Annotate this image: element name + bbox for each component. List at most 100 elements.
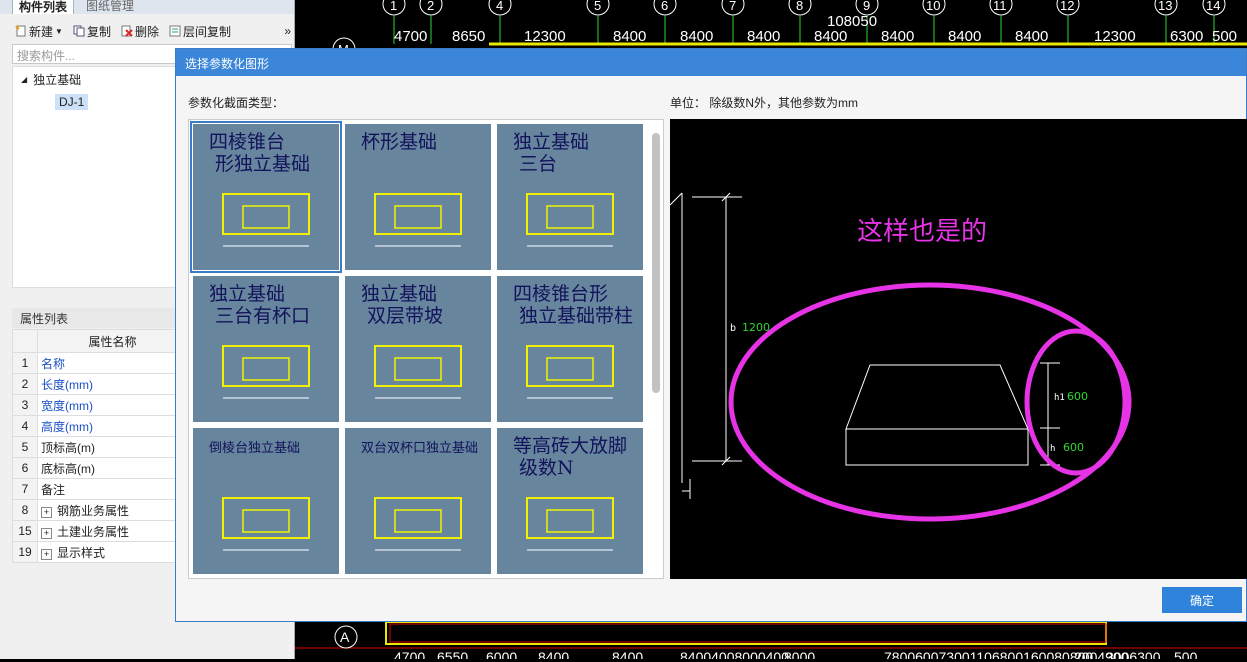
property-group-label: 显示样式: [57, 545, 106, 560]
shape-card[interactable]: 四棱锥台 形独立基础: [190, 121, 342, 273]
axis-number: 10: [926, 0, 940, 13]
shape-thumbnail: 独立基础双层带坡: [361, 283, 462, 399]
total-dimension: 108050: [827, 13, 877, 30]
tree-node-dj1[interactable]: DJ-1: [55, 94, 89, 110]
row-number: 5: [12, 436, 38, 458]
bottom-dimension: 3006300: [1106, 649, 1161, 659]
copy-button[interactable]: 复制: [70, 23, 114, 40]
expand-plus-icon[interactable]: +: [41, 506, 52, 518]
bottom-dimension: 4700: [394, 649, 425, 659]
tab-component-list[interactable]: 构件列表: [12, 0, 75, 14]
bottom-dimension: 6000: [486, 649, 517, 659]
top-dimension: 8400: [814, 28, 847, 45]
axis-number: 7: [729, 0, 736, 13]
dim-h1-label: h1: [1054, 393, 1065, 403]
shape-gallery: 四棱锥台 形独立基础 杯形基础 独立基础 三台 独立基础 三台有杯口 独立基础 双层带坡 四棱锥台…: [188, 119, 664, 579]
row-number: 8: [12, 499, 38, 521]
top-dimension: 8400: [948, 28, 981, 45]
shape-card[interactable]: 倒棱台独立基础: [193, 428, 339, 574]
shape-card[interactable]: 杯形基础: [345, 124, 491, 270]
dim-b-label: b: [730, 323, 736, 334]
expand-plus-icon[interactable]: +: [41, 548, 52, 560]
floor-copy-button[interactable]: 层间复制: [166, 23, 234, 40]
shape-thumbnail: 四棱锥台形独立基础带柱: [513, 283, 633, 399]
shape-card[interactable]: 四棱锥台形 独立基础带柱: [497, 276, 643, 422]
new-file-icon: [15, 25, 26, 37]
new-label: 新建: [29, 24, 54, 39]
tab-drawing-management[interactable]: 图纸管理: [80, 0, 140, 14]
bottom-dimension: 6550: [437, 649, 468, 659]
dialog-title: 选择参数化图形: [176, 49, 1246, 76]
row-number: 6: [12, 457, 38, 479]
axis-number: 2: [427, 0, 434, 13]
dim-h-label: h: [1050, 444, 1055, 454]
ok-button[interactable]: 确定: [1162, 587, 1242, 613]
property-name: 备注: [36, 478, 189, 500]
unit-label: 单位： 除级数N外，其他参数为mm: [670, 96, 858, 110]
shape-card[interactable]: 等高砖大放脚 级数N: [497, 428, 643, 574]
shape-thumbnail: 双台双杯口独立基础: [361, 441, 478, 551]
shape-subtitle: 形独立基础: [215, 153, 310, 175]
shape-card[interactable]: 独立基础 双层带坡: [345, 276, 491, 422]
shape-thumbnail: 四棱锥台形独立基础: [209, 131, 310, 247]
shape-card[interactable]: 双台双杯口独立基础: [345, 428, 491, 574]
top-dimension: 12300: [524, 28, 566, 45]
bottom-dimension: 84004008000400: [680, 649, 789, 659]
collapse-arrow-icon[interactable]: ◢: [21, 75, 27, 84]
bottom-dimension: 8000: [784, 649, 815, 659]
property-name: 长度(mm): [36, 373, 189, 395]
shape-thumbnail: 独立基础三台: [513, 131, 614, 247]
expand-plus-icon[interactable]: +: [41, 527, 52, 539]
axis-number: 8: [796, 0, 803, 13]
row-number: 4: [12, 415, 38, 437]
delete-label: 删除: [134, 24, 159, 39]
row-number: 7: [12, 478, 38, 500]
axis-number: 4: [496, 0, 503, 13]
shape-thumbnail: 独立基础三台有杯口: [209, 283, 310, 399]
dim-h1-value: 600: [1067, 390, 1088, 403]
copy-label: 复制: [86, 24, 111, 39]
new-button[interactable]: 新建 ▼: [12, 23, 66, 40]
axis-number: 1: [390, 0, 397, 13]
shape-card[interactable]: 独立基础 三台有杯口: [193, 276, 339, 422]
gallery-scrollbar[interactable]: [652, 133, 660, 393]
handwritten-annotation: 这样也是的: [857, 217, 987, 247]
more-button[interactable]: »: [281, 24, 294, 38]
floor-copy-icon: [169, 25, 181, 37]
column-header-name: 属性名称: [36, 329, 189, 353]
preview-drawing: b 1200 这样也是的 h1 600 h 600: [669, 192, 1132, 522]
top-dimension: 8400: [747, 28, 780, 45]
axis-number: 9: [863, 0, 870, 13]
top-dimension: 6300: [1170, 28, 1203, 45]
shape-subtitle: 双层带坡: [367, 305, 443, 327]
dim-h-value: 600: [1063, 441, 1084, 454]
row-number: 3: [12, 394, 38, 416]
bottom-dimension: 500: [1174, 649, 1198, 659]
dim-b-value: 1200: [742, 321, 770, 334]
shape-title: 四棱锥台形: [513, 283, 608, 305]
property-name: 底标高(m): [36, 457, 189, 479]
property-name: 高度(mm): [36, 415, 189, 437]
property-name: 宽度(mm): [36, 394, 189, 416]
bottom-dimension: 8400: [538, 649, 569, 659]
top-dimension: 8400: [613, 28, 646, 45]
tree-node-label: 独立基础: [33, 73, 82, 87]
component-toolbar: 新建 ▼ 复制 删除 层间复制 »: [12, 20, 294, 42]
shape-subtitle: 三台有杯口: [215, 305, 310, 327]
shape-title: 独立基础: [209, 283, 285, 305]
parametric-shape-dialog: 选择参数化图形 参数化截面类型： 单位： 除级数N外，其他参数为mm 四棱锥台形…: [175, 48, 1247, 622]
shape-card[interactable]: 独立基础 三台: [497, 124, 643, 270]
dropdown-arrow-icon[interactable]: ▼: [55, 27, 63, 36]
shape-title: 倒棱台独立基础: [209, 440, 300, 456]
axis-number: 12: [1060, 0, 1074, 13]
tree-node-foundation[interactable]: ◢ 独立基础: [21, 71, 81, 88]
bottom-dimension: 8400: [612, 649, 643, 659]
grid-label-a: A: [340, 629, 350, 645]
shape-title: 杯形基础: [361, 131, 437, 153]
top-dimension: 8400: [680, 28, 713, 45]
row-number: 2: [12, 373, 38, 395]
shape-subtitle: 独立基础带柱: [519, 305, 633, 327]
delete-button[interactable]: 删除: [118, 23, 162, 40]
top-dimension: 12300: [1094, 28, 1136, 45]
top-dimension: 4700: [394, 28, 427, 45]
